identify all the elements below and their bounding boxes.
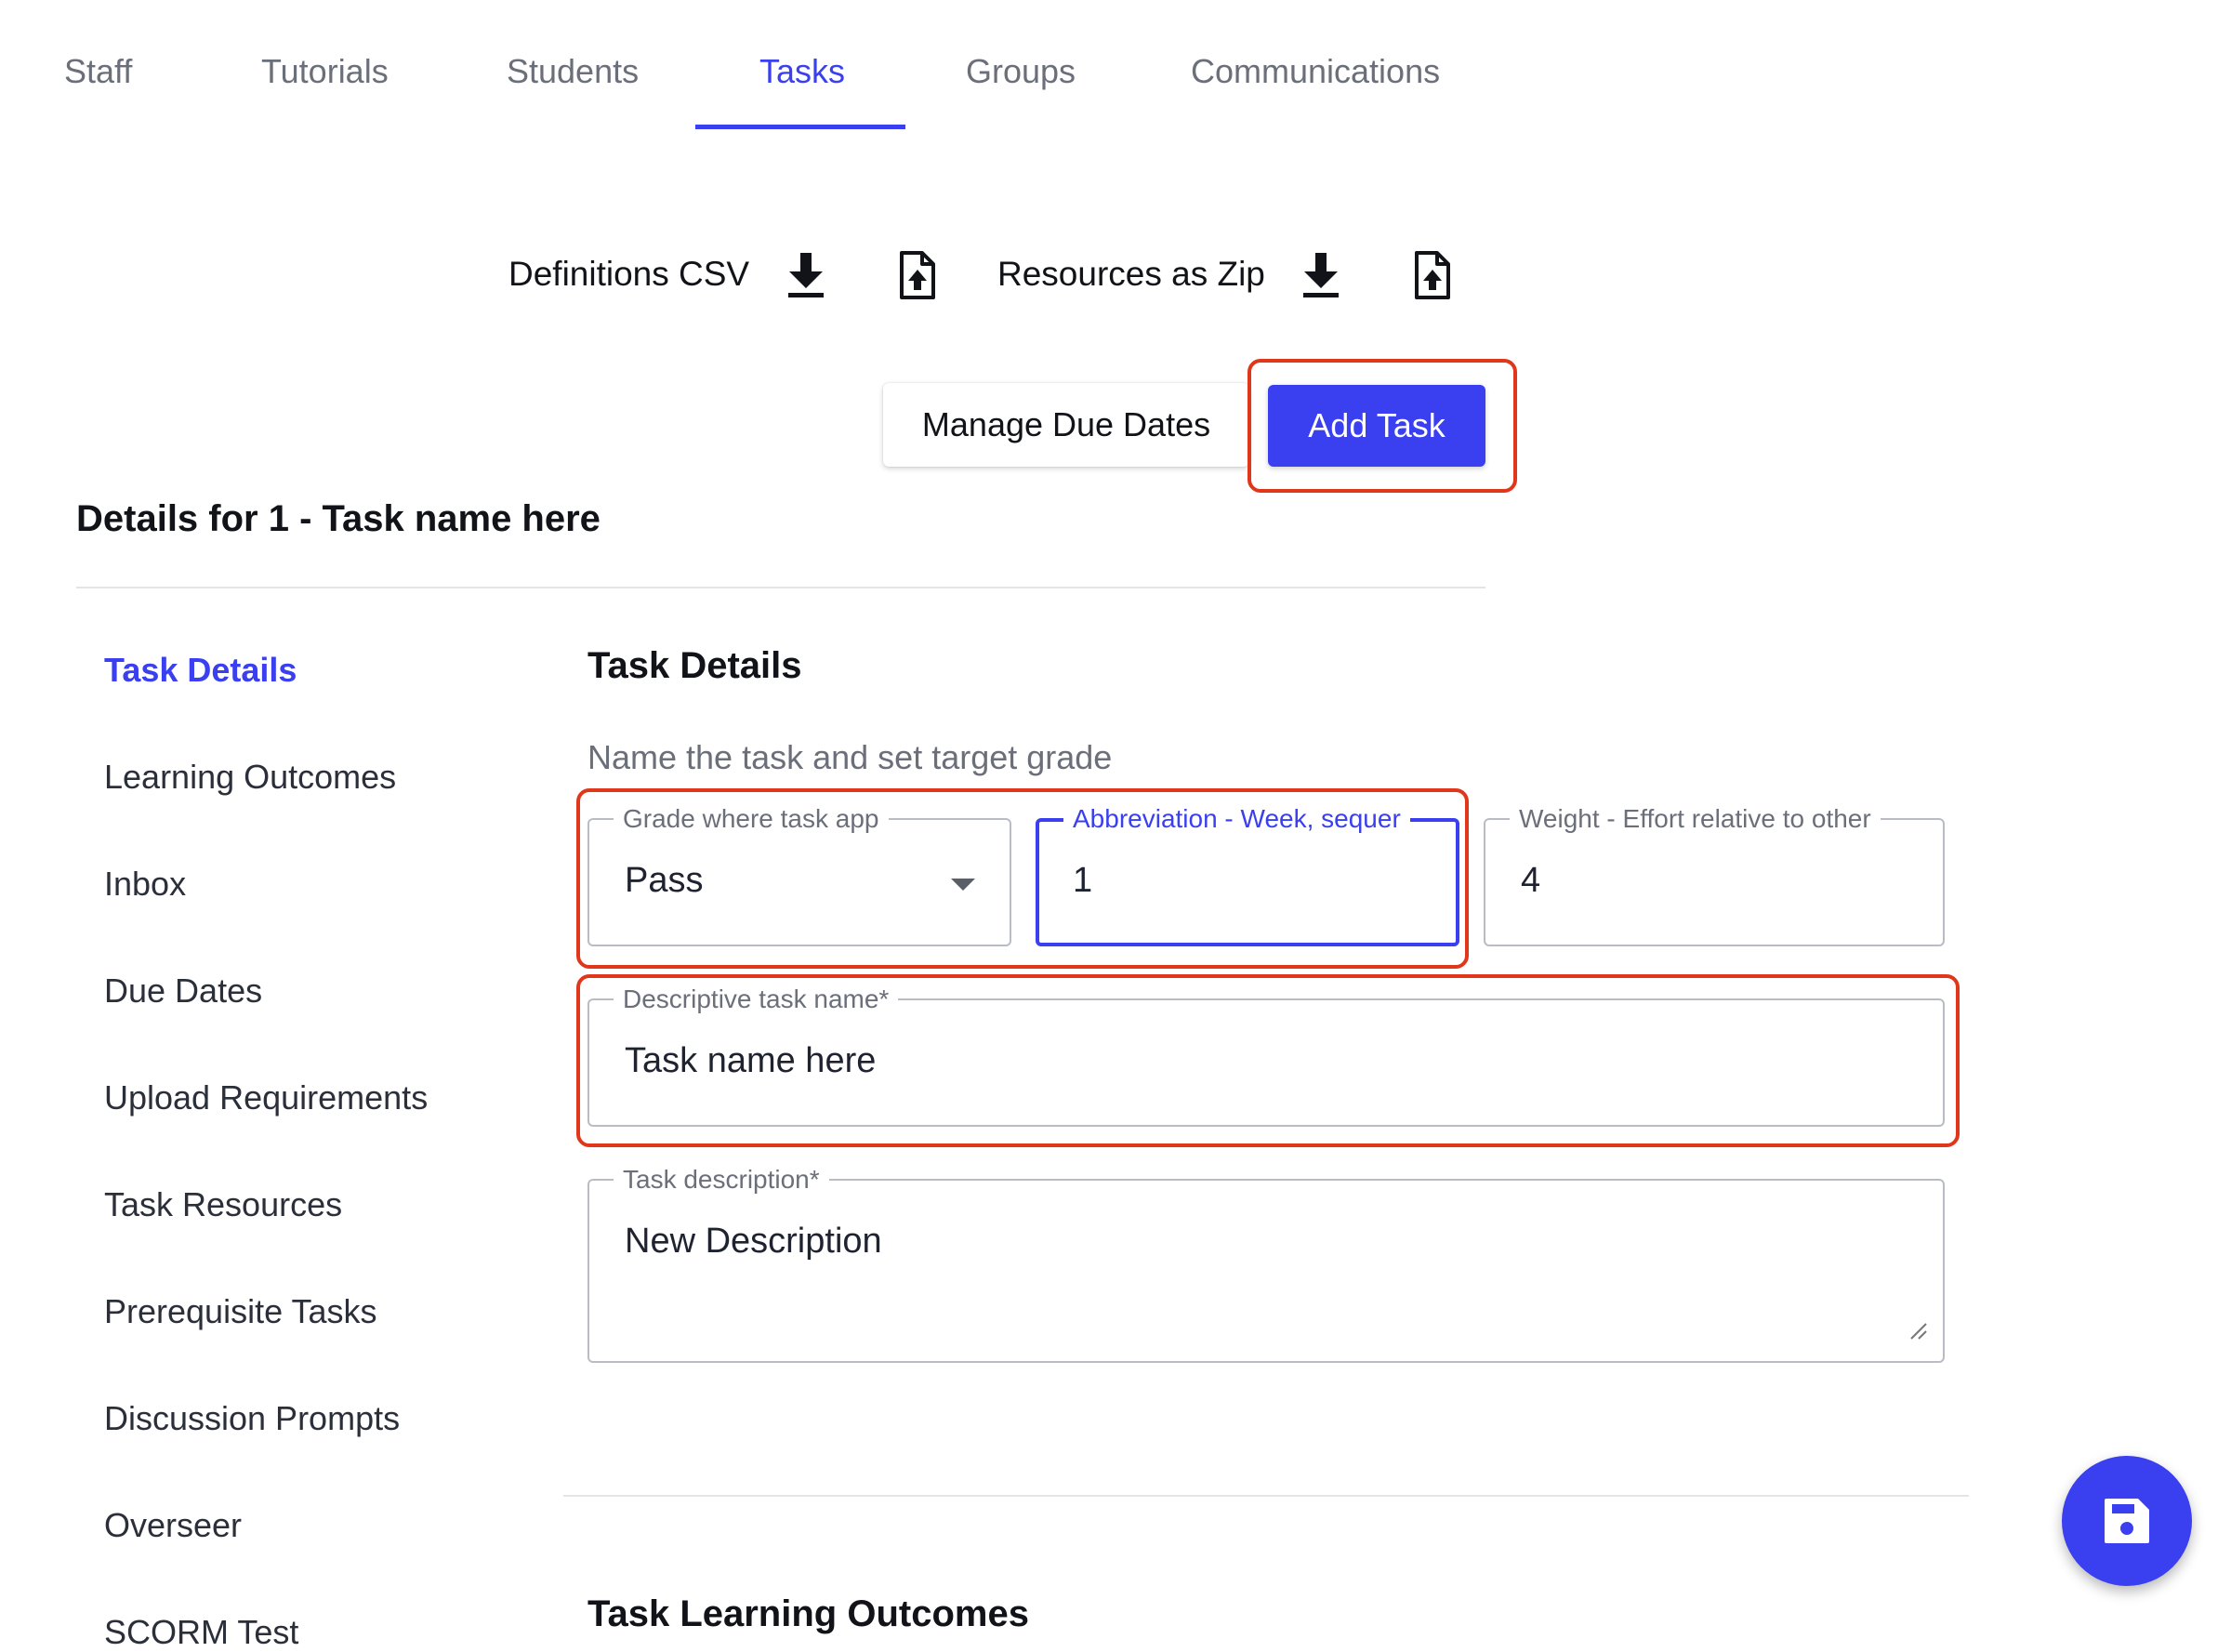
add-task-button[interactable]: Add Task bbox=[1268, 385, 1485, 467]
task-name-field-label: Descriptive task name* bbox=[614, 985, 899, 1014]
sidenav-item-prerequisite-tasks[interactable]: Prerequisite Tasks bbox=[104, 1292, 376, 1331]
sidenav-item-learning-outcomes[interactable]: Learning Outcomes bbox=[104, 758, 396, 797]
grade-select-label: Grade where task app bbox=[614, 804, 889, 834]
abbreviation-field-label: Abbreviation - Week, sequer bbox=[1063, 804, 1410, 834]
weight-field-value: 4 bbox=[1521, 861, 1541, 900]
chevron-down-icon bbox=[951, 879, 975, 891]
sidenav-item-overseer[interactable]: Overseer bbox=[104, 1506, 242, 1545]
task-name-field[interactable]: Descriptive task name* Task name here bbox=[587, 985, 1945, 1127]
resources-zip-label: Resources as Zip bbox=[997, 255, 1265, 293]
resize-handle-icon[interactable] bbox=[1908, 1320, 1928, 1341]
task-name-field-value: Task name here bbox=[625, 1041, 877, 1080]
sidenav-item-discussion-prompts[interactable]: Discussion Prompts bbox=[104, 1399, 400, 1438]
grade-select[interactable]: Grade where task app Pass bbox=[587, 804, 1011, 946]
weight-field-label: Weight - Effort relative to other bbox=[1510, 804, 1881, 834]
file-upload-icon[interactable] bbox=[1409, 249, 1456, 301]
task-details-subtitle: Name the task and set target grade bbox=[587, 738, 1113, 776]
sidenav-item-task-details[interactable]: Task Details bbox=[104, 651, 297, 690]
active-tab-indicator bbox=[695, 125, 905, 129]
tab-tasks[interactable]: Tasks bbox=[759, 52, 845, 91]
sidenav-item-upload-requirements[interactable]: Upload Requirements bbox=[104, 1078, 428, 1117]
sidenav-item-inbox[interactable]: Inbox bbox=[104, 865, 186, 904]
details-title: Details for 1 - Task name here bbox=[76, 498, 601, 539]
definitions-csv-label: Definitions CSV bbox=[508, 255, 750, 293]
tab-communications[interactable]: Communications bbox=[1191, 52, 1440, 91]
file-upload-icon[interactable] bbox=[894, 249, 941, 301]
tab-tutorials[interactable]: Tutorials bbox=[261, 52, 389, 91]
download-icon[interactable] bbox=[1298, 249, 1344, 301]
sidenav-item-due-dates[interactable]: Due Dates bbox=[104, 971, 262, 1011]
task-learning-outcomes-heading: Task Learning Outcomes bbox=[587, 1593, 1029, 1634]
grade-select-value: Pass bbox=[625, 861, 704, 900]
save-icon bbox=[2105, 1499, 2149, 1543]
download-icon[interactable] bbox=[783, 249, 829, 301]
abbreviation-field-value: 1 bbox=[1073, 861, 1093, 900]
manage-due-dates-button[interactable]: Manage Due Dates bbox=[883, 383, 1249, 467]
task-description-field-label: Task description* bbox=[614, 1165, 829, 1195]
task-description-field-value: New Description bbox=[625, 1222, 882, 1261]
sidenav-item-task-resources[interactable]: Task Resources bbox=[104, 1185, 342, 1224]
tab-staff[interactable]: Staff bbox=[64, 52, 132, 91]
divider bbox=[76, 587, 1485, 588]
sidenav-item-scorm-test[interactable]: SCORM Test bbox=[104, 1613, 298, 1652]
weight-field[interactable]: Weight - Effort relative to other 4 bbox=[1484, 804, 1945, 946]
tab-students[interactable]: Students bbox=[507, 52, 639, 91]
tab-groups[interactable]: Groups bbox=[966, 52, 1076, 91]
abbreviation-field[interactable]: Abbreviation - Week, sequer 1 bbox=[1036, 804, 1459, 946]
save-fab-button[interactable] bbox=[2062, 1456, 2192, 1586]
section-divider bbox=[563, 1495, 1969, 1497]
task-description-field[interactable]: Task description* New Description bbox=[587, 1165, 1945, 1363]
task-details-heading: Task Details bbox=[587, 645, 802, 686]
